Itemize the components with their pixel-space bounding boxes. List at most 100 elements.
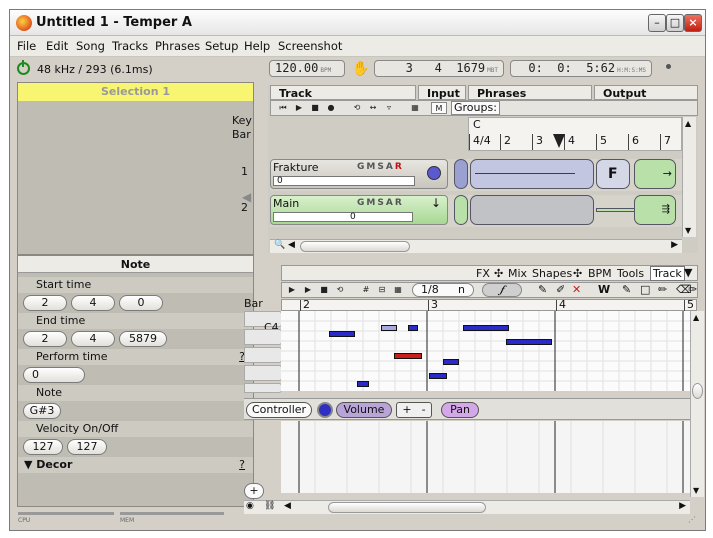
controller-button[interactable]: Controller xyxy=(246,402,312,418)
end-time-beat-field[interactable]: 4 xyxy=(71,331,115,347)
view-toggle-icon[interactable]: ◉ xyxy=(246,501,254,511)
add-controller-button[interactable]: + - xyxy=(396,402,432,418)
menu-edit[interactable]: Edit xyxy=(46,39,68,53)
scroll-right-icon[interactable]: ▶ xyxy=(671,240,678,250)
track-2-output[interactable]: ⇶ xyxy=(634,195,676,225)
tab-shapes[interactable]: Shapes xyxy=(532,267,572,280)
piano-vscroll-thumb[interactable] xyxy=(692,383,703,399)
track-row-2[interactable]: Main GMSAR 0 ↓ ⇶ 2 xyxy=(241,195,682,227)
top-ruler[interactable]: C 4/4 2 3 4 5 6 7 xyxy=(468,117,682,151)
grid-icon[interactable]: ▦ xyxy=(407,102,423,114)
track-2-r-button[interactable]: R xyxy=(395,198,404,208)
track-vscroll[interactable]: ▲ ▼ xyxy=(682,117,696,237)
w-tool-icon[interactable]: W xyxy=(598,283,610,296)
piano-scroll-right-icon[interactable]: ▶ xyxy=(679,501,686,511)
end-time-tick-field[interactable]: 5879 xyxy=(119,331,167,347)
selected-note-block[interactable] xyxy=(394,353,422,359)
play-icon[interactable]: ▶ xyxy=(291,102,307,114)
phrase-stop-icon[interactable]: ■ xyxy=(316,284,332,296)
track-2-a-button[interactable]: A xyxy=(386,198,395,208)
playhead-marker-icon[interactable] xyxy=(553,134,565,148)
note-grid[interactable] xyxy=(281,311,697,391)
track-1-fx-segment[interactable]: F xyxy=(596,159,630,189)
input-column-header[interactable]: Input xyxy=(418,85,466,100)
track-1-g-button[interactable]: G xyxy=(357,162,366,172)
note-pitch-field[interactable]: G#3 xyxy=(23,403,61,419)
track-1-name[interactable]: Frakture xyxy=(273,161,319,174)
track-2-buttons[interactable]: GMSAR xyxy=(357,198,404,208)
position-mbt-display[interactable]: 3 4 1679 MBT xyxy=(374,60,504,77)
maximize-button[interactable]: □ xyxy=(666,14,684,32)
collapse-arrow-icon[interactable]: ◀ xyxy=(242,190,251,204)
piano-key[interactable] xyxy=(244,347,282,363)
track-1-phrase[interactable] xyxy=(470,159,594,189)
menu-phrases[interactable]: Phrases xyxy=(155,39,200,53)
pencil-icon[interactable]: ✎ xyxy=(538,283,547,296)
piano-key[interactable] xyxy=(244,383,282,393)
resize-grip-icon[interactable]: ⋰ xyxy=(688,515,696,524)
phrase-step-icon[interactable]: ▶ xyxy=(300,284,316,296)
track-hscroll[interactable]: 🔍 ◀ ▶ xyxy=(270,239,682,253)
sharp-icon[interactable]: # xyxy=(358,284,374,296)
menu-tracks[interactable]: Tracks xyxy=(112,39,148,53)
piano-scroll-down-icon[interactable]: ▼ xyxy=(693,486,699,495)
close-button[interactable]: × xyxy=(684,14,702,32)
add-lane-button[interactable]: + xyxy=(244,483,264,499)
tempo-display[interactable]: 120.00 BPM xyxy=(269,60,345,77)
position-time-display[interactable]: 0: 0: 5:62 H:M:S:MS xyxy=(510,60,652,77)
track-1-a-button[interactable]: A xyxy=(386,162,395,172)
filter-icon[interactable]: ▿ xyxy=(381,102,397,114)
menu-song[interactable]: Song xyxy=(76,39,105,53)
marker-icon[interactable]: ✏ xyxy=(658,283,667,296)
tab-fx[interactable]: FX xyxy=(476,267,490,280)
m-button[interactable]: M xyxy=(431,102,447,114)
end-time-bar-field[interactable]: 2 xyxy=(23,331,67,347)
decor-section[interactable]: ▼ Decor? xyxy=(18,457,253,473)
track-2-m-button[interactable]: M xyxy=(366,198,377,208)
menu-help[interactable]: Help xyxy=(244,39,270,53)
phrase-play-icon[interactable]: ▶ xyxy=(284,284,300,296)
start-time-beat-field[interactable]: 4 xyxy=(71,295,115,311)
velocity-on-field[interactable]: 127 xyxy=(23,439,63,455)
follow-icon[interactable]: ↔ xyxy=(365,102,381,114)
pen-icon[interactable]: ✎ xyxy=(622,283,631,296)
piano-key[interactable] xyxy=(244,365,282,381)
phrases-column-header[interactable]: Phrases xyxy=(468,85,592,100)
track-2-name[interactable]: Main xyxy=(273,197,299,210)
track-1-s-button[interactable]: S xyxy=(377,162,385,172)
quantize-select[interactable]: 1/8 n xyxy=(412,283,474,297)
track-2-s-button[interactable]: S xyxy=(377,198,385,208)
piano-scroll-up-icon[interactable]: ▲ xyxy=(693,313,699,322)
tab-track[interactable]: Track xyxy=(650,266,685,281)
note-block[interactable] xyxy=(463,325,509,331)
track-1-instrument-icon[interactable] xyxy=(427,166,441,180)
selection-title[interactable]: Selection 1 xyxy=(18,83,253,101)
tab-menu-arrow-icon[interactable]: ▼ xyxy=(684,266,692,279)
shapes-move-icon[interactable]: ✣ xyxy=(573,267,582,280)
loop-icon[interactable]: ⟲ xyxy=(349,102,365,114)
track-1-r-button[interactable]: R xyxy=(395,162,404,172)
scroll-up-icon[interactable]: ▲ xyxy=(685,119,691,128)
fx-move-icon[interactable]: ✣ xyxy=(494,267,503,280)
volume-button[interactable]: Volume xyxy=(336,402,392,418)
menu-setup[interactable]: Setup xyxy=(205,39,238,53)
menu-screenshot[interactable]: Screenshot xyxy=(278,39,342,53)
tab-bpm[interactable]: BPM xyxy=(588,267,612,280)
scroll-left-icon[interactable]: ◀ xyxy=(288,240,295,250)
track-2-input-segment[interactable] xyxy=(454,195,468,225)
track-1-slider[interactable]: 0 xyxy=(273,176,415,186)
note-block[interactable] xyxy=(357,381,369,387)
link-icon[interactable]: ⛓ xyxy=(264,501,275,511)
piano-vscroll[interactable]: ▲ ▼ xyxy=(690,311,704,497)
rewind-icon[interactable]: ⏮ xyxy=(275,102,291,114)
controller-grid[interactable] xyxy=(281,421,697,493)
track-1-buttons[interactable]: GMSAR xyxy=(357,162,404,172)
note-block[interactable] xyxy=(443,359,459,365)
metronome-icon[interactable]: ✋ xyxy=(352,61,369,77)
note-block[interactable] xyxy=(329,331,355,337)
brush-icon[interactable]: ✐ xyxy=(556,283,565,296)
box-icon[interactable]: □ xyxy=(640,283,650,296)
power-icon[interactable] xyxy=(17,60,30,75)
piano-key[interactable] xyxy=(244,329,282,345)
track-2-g-button[interactable]: G xyxy=(357,198,366,208)
